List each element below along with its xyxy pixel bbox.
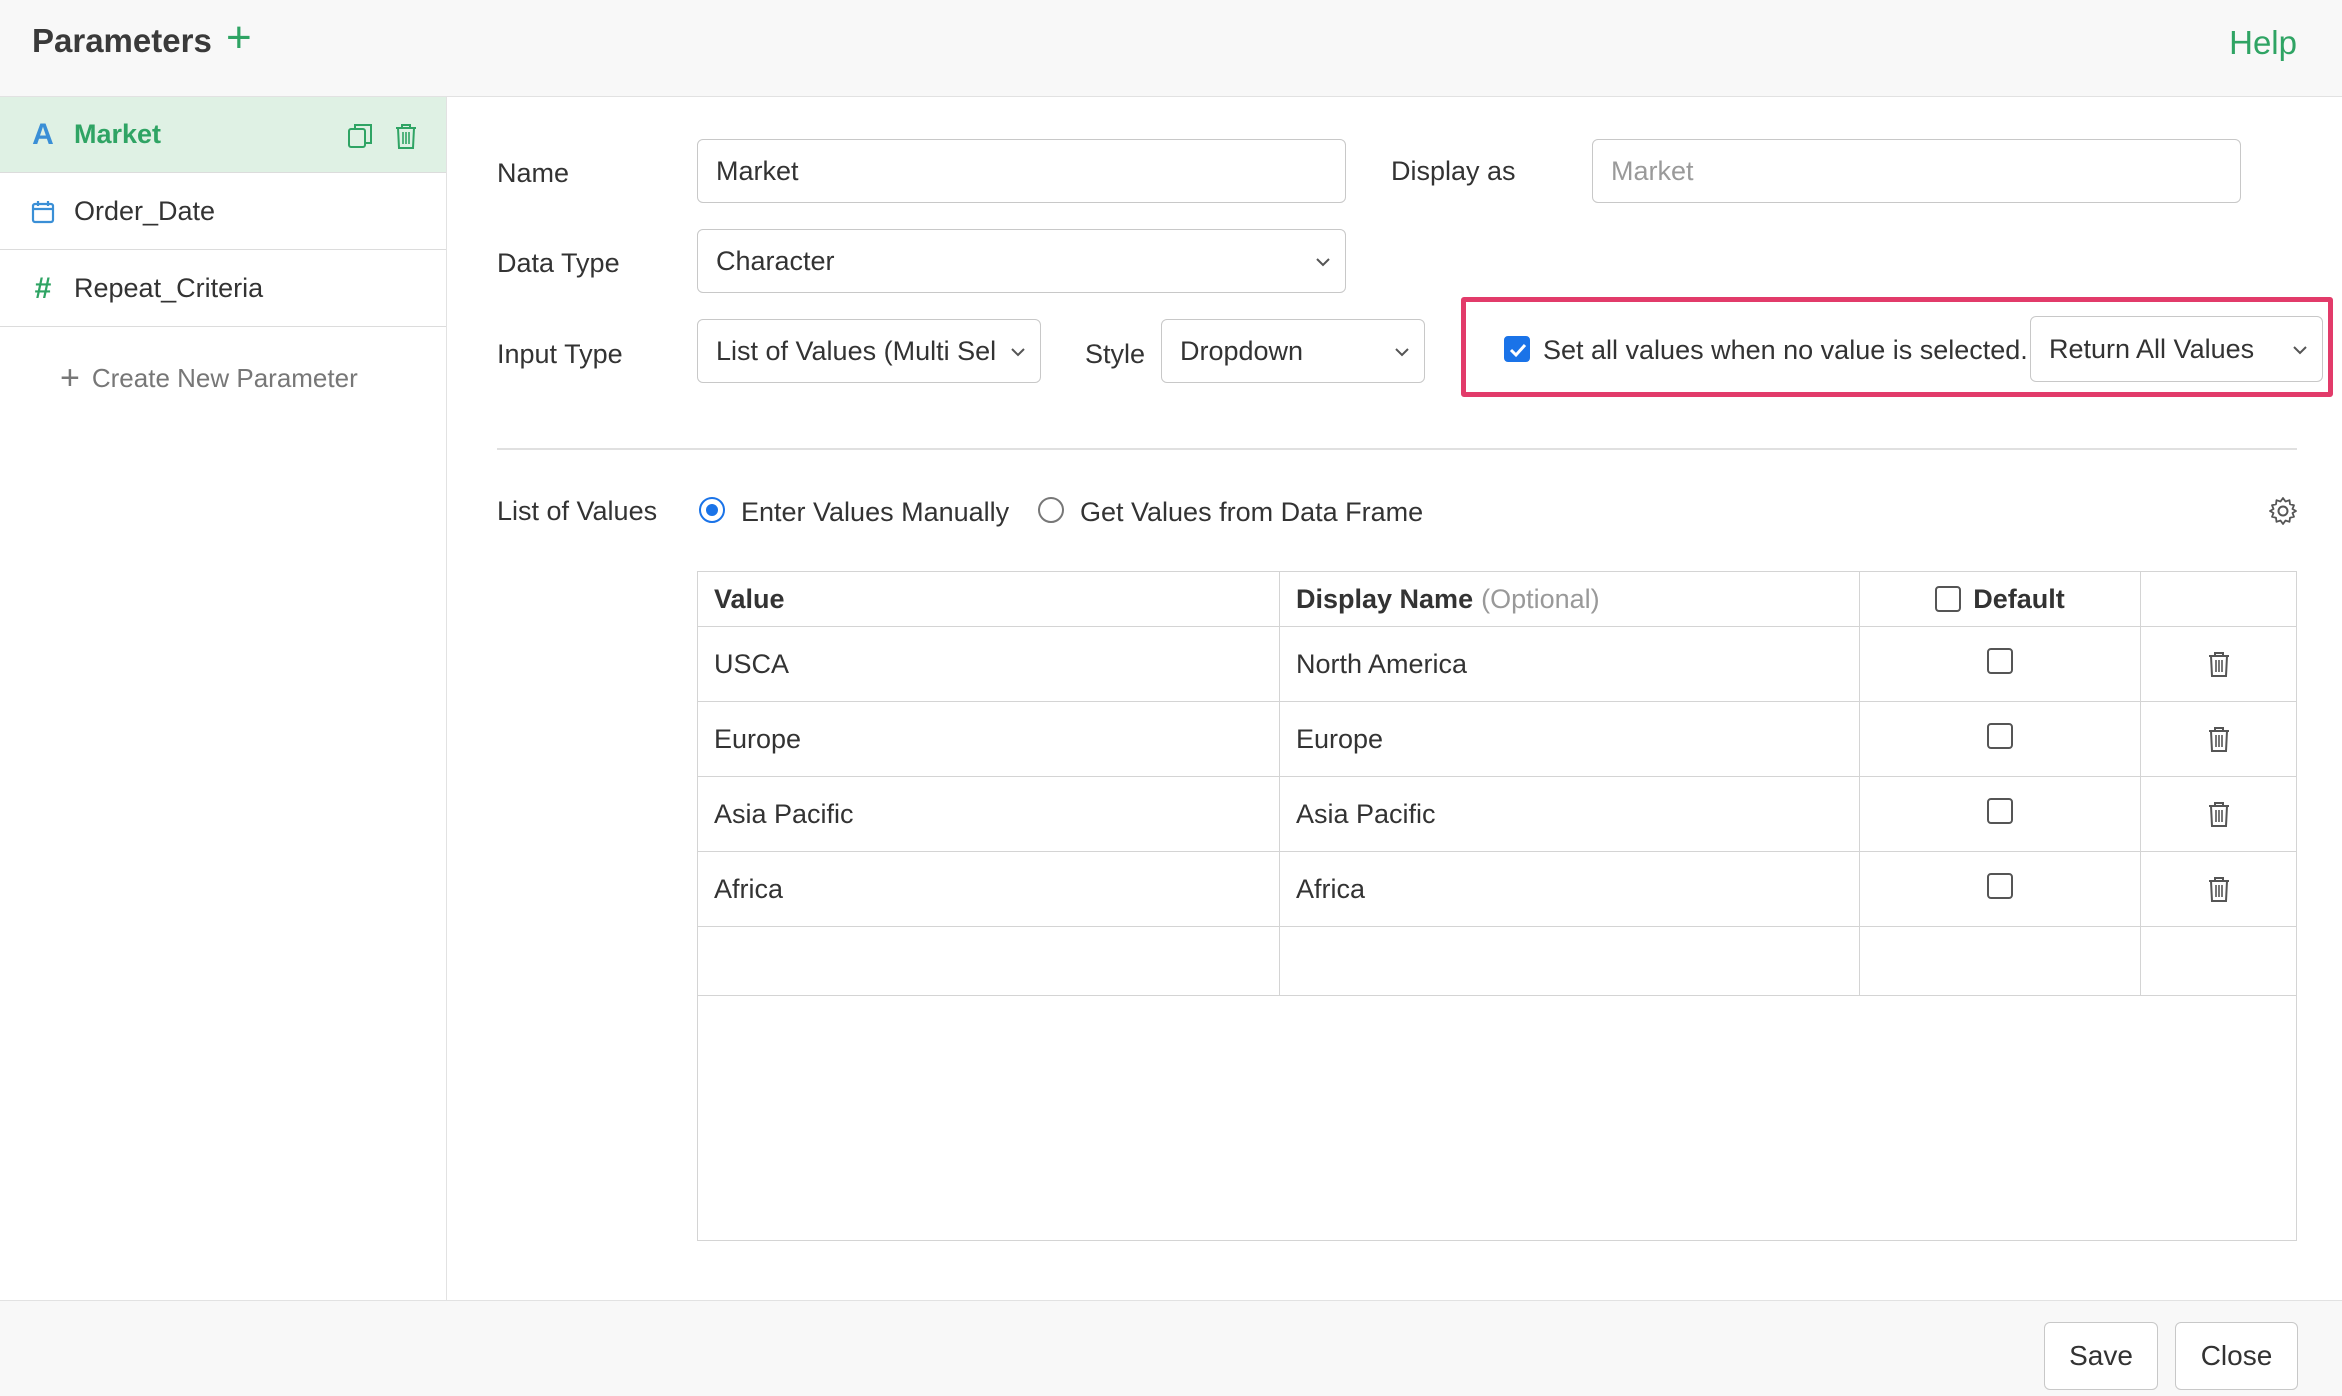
sidebar-item-market[interactable]: A Market: [0, 97, 446, 173]
table-cell-value[interactable]: USCA: [698, 627, 1280, 702]
display-as-input[interactable]: Market: [1592, 139, 2241, 203]
get-values-from-data-frame-label[interactable]: Get Values from Data Frame: [1080, 497, 1423, 528]
table-cell-actions: [2141, 777, 2296, 852]
table-cell-display-name[interactable]: Europe: [1280, 702, 1860, 777]
page-title: Parameters: [32, 22, 212, 59]
chevron-down-icon: [2293, 346, 2307, 355]
style-select[interactable]: Dropdown: [1161, 319, 1425, 383]
name-input[interactable]: Market: [697, 139, 1346, 203]
values-table: Value Display Name (Optional) Default USC…: [697, 571, 2297, 1241]
checkmark-icon: [1509, 343, 1527, 358]
sidebar-item-repeat-criteria[interactable]: # Repeat_Criteria: [0, 251, 446, 327]
plus-icon: +: [226, 13, 252, 62]
plus-icon: +: [60, 359, 80, 397]
save-button[interactable]: Save: [2044, 1322, 2158, 1390]
new-value-cell[interactable]: [698, 927, 1280, 996]
table-cell-actions: [2141, 702, 2296, 777]
sidebar-item-label: Order_Date: [74, 196, 216, 226]
character-type-icon: A: [32, 118, 54, 151]
default-all-checkbox[interactable]: [1935, 586, 1962, 612]
chevron-down-icon: [1316, 258, 1330, 267]
chevron-down-icon: [1011, 348, 1025, 357]
trash-icon[interactable]: [2206, 650, 2232, 678]
delete-icon[interactable]: [391, 121, 421, 151]
get-values-from-data-frame-radio[interactable]: [1038, 497, 1064, 523]
add-parameter-button[interactable]: +: [226, 16, 252, 60]
return-values-select[interactable]: Return All Values: [2030, 316, 2323, 382]
sidebar-item-order-date[interactable]: Order_Date: [0, 174, 446, 250]
chevron-down-icon: [1395, 348, 1409, 357]
default-checkbox[interactable]: [1987, 723, 2013, 749]
default-checkbox[interactable]: [1987, 648, 2013, 674]
table-cell-display-name[interactable]: Asia Pacific: [1280, 777, 1860, 852]
table-cell-default: [1860, 852, 2141, 927]
table-cell-actions: [2141, 852, 2296, 927]
close-button[interactable]: Close: [2175, 1322, 2298, 1390]
display-as-label: Display as: [1391, 156, 1516, 186]
create-new-parameter-button[interactable]: + Create New Parameter: [60, 361, 358, 395]
data-type-select[interactable]: Character: [697, 229, 1346, 293]
table-cell-display-name[interactable]: Africa: [1280, 852, 1860, 927]
dialog-header: Parameters + Help: [0, 0, 2342, 97]
trash-icon[interactable]: [2206, 800, 2232, 828]
new-display-name-cell[interactable]: [1280, 927, 1860, 996]
name-label: Name: [497, 158, 570, 188]
input-type-label: Input Type: [497, 339, 623, 369]
table-cell-display-name[interactable]: North America: [1280, 627, 1860, 702]
new-actions-cell: [2141, 927, 2296, 996]
input-type-select[interactable]: List of Values (Multi Sel: [697, 319, 1041, 383]
column-header-default: Default: [1860, 572, 2141, 627]
default-checkbox[interactable]: [1987, 873, 2013, 899]
table-cell-default: [1860, 627, 2141, 702]
parameter-sidebar: A Market Order_Date # Repeat_Criteria + …: [0, 97, 447, 1300]
sidebar-item-label: Repeat_Criteria: [74, 273, 264, 303]
style-label: Style: [1085, 339, 1146, 369]
trash-icon[interactable]: [2206, 725, 2232, 753]
data-type-label: Data Type: [497, 248, 620, 278]
column-header-actions: [2141, 572, 2296, 627]
column-header-value: Value: [698, 572, 1280, 627]
enter-values-manually-label[interactable]: Enter Values Manually: [741, 497, 1009, 528]
column-header-display-name: Display Name (Optional): [1280, 572, 1860, 627]
table-cell-value[interactable]: Europe: [698, 702, 1280, 777]
set-all-values-label: Set all values when no value is selected…: [1543, 335, 2028, 365]
trash-icon[interactable]: [2206, 875, 2232, 903]
list-of-values-label: List of Values: [497, 496, 658, 526]
duplicate-icon[interactable]: [345, 121, 375, 151]
calendar-icon: [31, 201, 55, 224]
table-cell-default: [1860, 777, 2141, 852]
number-type-icon: #: [34, 272, 52, 305]
table-cell-value[interactable]: Asia Pacific: [698, 777, 1280, 852]
help-link[interactable]: Help: [2229, 24, 2297, 62]
sidebar-item-label: Market: [74, 119, 162, 149]
section-divider: [497, 448, 2297, 450]
table-cell-value[interactable]: Africa: [698, 852, 1280, 927]
set-all-values-checkbox[interactable]: [1504, 336, 1530, 362]
gear-icon[interactable]: [2268, 496, 2298, 526]
new-default-cell: [1860, 927, 2141, 996]
default-checkbox[interactable]: [1987, 798, 2013, 824]
table-cell-default: [1860, 702, 2141, 777]
table-cell-actions: [2141, 627, 2296, 702]
dialog-footer: Save Close: [0, 1300, 2342, 1396]
enter-values-manually-radio[interactable]: [699, 497, 725, 523]
